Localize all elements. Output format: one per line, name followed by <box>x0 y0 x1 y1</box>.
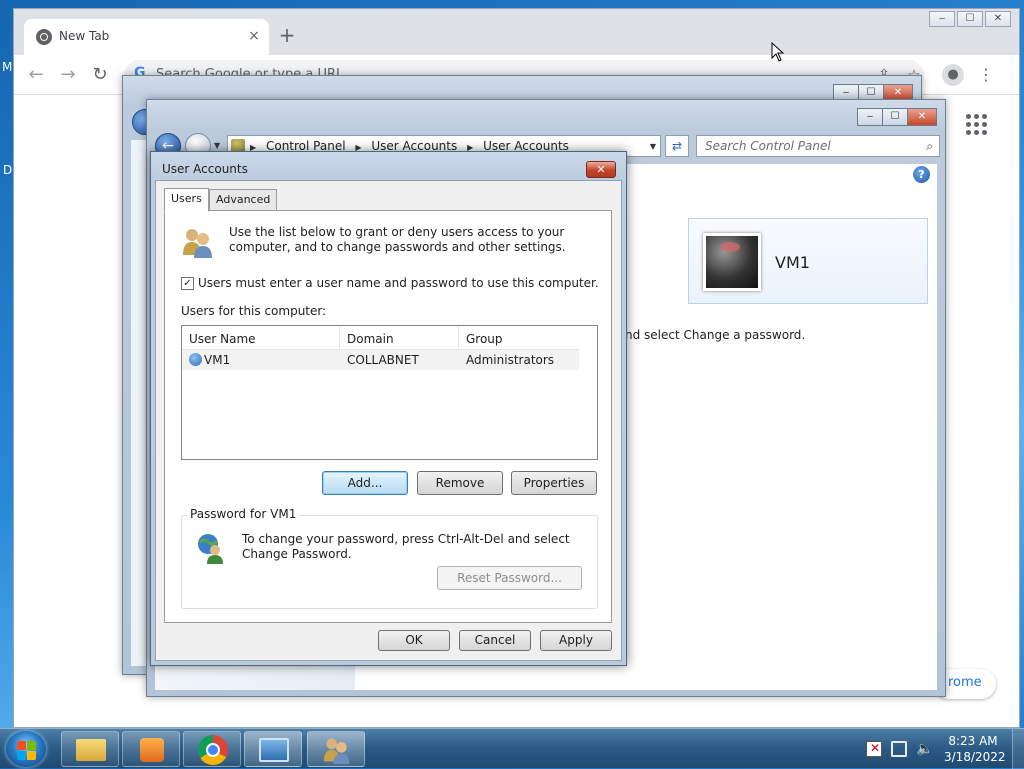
cell-user-name: VM1 <box>182 350 340 370</box>
password-hint-text: nd select Change a password. <box>625 328 806 342</box>
column-header-domain[interactable]: Domain <box>340 326 459 349</box>
require-login-checkbox[interactable]: ✓ <box>181 276 194 290</box>
start-button[interactable] <box>6 731 46 767</box>
search-icon[interactable]: ⌕ <box>926 139 933 154</box>
chrome-icon <box>198 735 228 765</box>
user-name: VM1 <box>775 253 810 272</box>
dialog-body: Users Advanced Use the list below to gra… <box>155 180 622 661</box>
close-button[interactable]: ✕ <box>586 161 616 178</box>
dialog-title: User Accounts <box>162 162 248 176</box>
help-icon[interactable]: ? <box>913 166 930 183</box>
user-globe-icon <box>198 534 223 564</box>
cell-domain: COLLABNET <box>347 353 419 367</box>
folder-icon <box>76 739 106 761</box>
reset-password-button[interactable]: Reset Password... <box>437 566 582 590</box>
users-list-label: Users for this computer: <box>181 304 327 318</box>
close-button[interactable]: ✕ <box>907 108 937 126</box>
recent-pages-dropdown-icon[interactable]: ▼ <box>214 141 220 150</box>
search-input[interactable]: Search Control Panel ⌕ <box>696 135 940 157</box>
refresh-icon[interactable]: ⇄ <box>665 135 689 157</box>
window-controls: ‒ ☐ ✕ <box>929 11 1011 27</box>
action-center-flag-icon[interactable]: ✕ <box>866 741 882 757</box>
close-button[interactable]: ✕ <box>985 11 1011 27</box>
remove-user-button[interactable]: Remove <box>417 471 503 495</box>
ok-button[interactable]: OK <box>378 630 450 651</box>
tab-users[interactable]: Users <box>164 188 209 212</box>
clock-date: 3/18/2022 <box>944 750 1006 764</box>
reload-icon[interactable]: ↻ <box>88 63 112 87</box>
user-accounts-dialog: User Accounts ✕ Users Advanced Use the l… <box>150 151 627 666</box>
forward-arrow-icon[interactable]: → <box>56 63 80 87</box>
list-scroll-gutter <box>579 326 597 459</box>
table-row[interactable]: VM1 COLLABNET Administrators <box>182 350 579 370</box>
users-icon <box>183 229 212 258</box>
network-icon[interactable] <box>891 741 907 757</box>
list-header: User Name Domain Group <box>182 326 579 350</box>
tab-strip: New Tab × + ‒ ☐ ✕ <box>14 9 1019 55</box>
window-controls: ‒ ☐ ✕ <box>857 108 937 126</box>
profile-avatar-icon[interactable]: ● <box>942 64 964 86</box>
user-card[interactable]: VM1 <box>688 218 928 304</box>
password-groupbox <box>181 515 598 609</box>
show-desktop-button[interactable] <box>1012 729 1024 769</box>
media-player-icon <box>140 738 164 762</box>
close-icon[interactable]: × <box>245 27 263 45</box>
taskbar-control-panel[interactable] <box>244 731 302 767</box>
properties-button[interactable]: Properties <box>511 471 597 495</box>
control-panel-icon <box>259 738 289 762</box>
clock-time: 8:23 AM <box>948 734 998 748</box>
intro-text: Use the list below to grant or deny user… <box>229 225 566 254</box>
tab-panel: Use the list below to grant or deny user… <box>164 210 612 623</box>
minimize-button[interactable]: ‒ <box>857 108 883 126</box>
back-arrow-icon[interactable]: ← <box>24 63 48 87</box>
taskbar-media-player[interactable] <box>122 731 180 767</box>
taskbar-user-accounts[interactable] <box>307 731 365 767</box>
chrome-icon <box>36 29 52 45</box>
cell-group: Administrators <box>466 353 555 367</box>
maximize-button[interactable]: ☐ <box>957 11 983 27</box>
minimize-button[interactable]: ‒ <box>929 11 955 27</box>
user-icon <box>189 353 202 366</box>
maximize-button[interactable]: ☐ <box>882 108 908 126</box>
apply-button[interactable]: Apply <box>540 630 612 651</box>
desktop-icon-label: M <box>2 60 13 74</box>
taskbar-file-explorer[interactable] <box>61 731 119 767</box>
mouse-cursor-icon <box>771 42 785 62</box>
new-tab-button[interactable]: + <box>276 25 298 47</box>
cell-user-text: VM1 <box>204 353 231 367</box>
tab-new-tab[interactable]: New Tab × <box>24 19 269 55</box>
column-header-user-name[interactable]: User Name <box>182 326 340 349</box>
column-header-group[interactable]: Group <box>459 326 579 349</box>
users-icon <box>323 738 350 765</box>
require-login-label: Users must enter a user name and passwor… <box>198 276 599 290</box>
volume-icon[interactable]: 🔈 <box>916 741 933 757</box>
taskbar: ✕ 🔈 8:23 AM 3/18/2022 <box>0 728 1024 769</box>
search-placeholder: Search Control Panel <box>705 139 831 153</box>
tab-title: New Tab <box>59 29 110 43</box>
system-clock[interactable]: 8:23 AM 3/18/2022 <box>944 733 1006 765</box>
require-login-checkbox-row[interactable]: ✓ Users must enter a user name and passw… <box>181 276 599 290</box>
users-list[interactable]: User Name Domain Group VM1 COLLABNET Adm… <box>181 325 598 460</box>
cancel-button[interactable]: Cancel <box>459 630 531 651</box>
kebab-menu-icon[interactable]: ⋮ <box>974 63 998 87</box>
google-apps-icon[interactable] <box>966 114 987 135</box>
password-group-label: Password for VM1 <box>187 507 300 521</box>
password-instructions: To change your password, press Ctrl-Alt-… <box>242 532 570 561</box>
desktop-icon-label: D <box>3 163 13 177</box>
taskbar-chrome[interactable] <box>183 731 241 767</box>
add-user-button[interactable]: Add... <box>322 471 408 495</box>
tab-advanced[interactable]: Advanced <box>209 189 278 211</box>
chevron-down-icon[interactable]: ▼ <box>650 142 656 151</box>
user-picture-icon <box>703 233 761 291</box>
